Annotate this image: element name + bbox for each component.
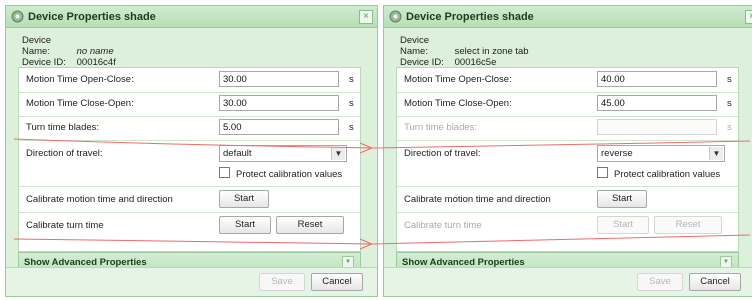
unit-label: s [727,122,732,133]
calibrate-turn-reset-button[interactable]: Reset [276,216,344,234]
dialog-footer: Save Cancel [6,267,377,296]
turn-time-label: Turn time blades: [26,122,100,133]
calibrate-motion-label: Calibrate motion time and direction [26,194,173,205]
turn-time-row: Turn time blades: s [19,116,360,141]
gear-icon [11,10,24,23]
protect-calibration-checkbox[interactable] [219,167,230,178]
motion-open-close-input[interactable] [219,71,339,87]
properties-panel: Motion Time Open-Close: s Motion Time Cl… [396,67,739,252]
calibrate-motion-row: Calibrate motion time and direction Star… [397,188,738,213]
turn-time-row: Turn time blades: s [397,116,738,141]
protect-calibration-checkbox[interactable] [597,167,608,178]
close-icon[interactable]: × [745,10,752,24]
gear-icon [389,10,402,23]
save-button[interactable]: Save [637,273,683,291]
device-properties-dialog-left: Device Properties shade × Device Name: n… [5,5,378,297]
device-properties-dialog-right: Device Properties shade × Device Name: s… [383,5,752,297]
motion-close-open-row: Motion Time Close-Open: s [19,92,360,117]
dialog-title: Device Properties shade [28,11,156,23]
motion-close-open-input[interactable] [597,95,717,111]
calibrate-turn-row: Calibrate turn time Start Reset [397,214,738,238]
protect-calibration-checkbox-row[interactable]: Protect calibration values [219,167,342,180]
motion-close-open-row: Motion Time Close-Open: s [397,92,738,117]
motion-open-close-row: Motion Time Open-Close: s [397,68,738,93]
calibrate-turn-start-button[interactable]: Start [219,216,271,234]
motion-close-open-label: Motion Time Close-Open: [404,98,512,109]
protect-calibration-label: Protect calibration values [614,169,721,180]
turn-time-label: Turn time blades: [404,122,478,133]
calibrate-motion-start-button[interactable]: Start [597,190,647,208]
calibrate-motion-label: Calibrate motion time and direction [404,194,551,205]
protect-row: Protect calibration values [19,162,360,187]
save-button[interactable]: Save [259,273,305,291]
dialog-titlebar: Device Properties shade × [6,6,377,28]
motion-close-open-input[interactable] [219,95,339,111]
close-icon[interactable]: × [359,10,373,24]
unit-label: s [349,74,354,85]
protect-calibration-label: Protect calibration values [236,169,343,180]
protect-calibration-checkbox-row[interactable]: Protect calibration values [597,167,720,180]
device-info: Device Name: select in zone tab Device I… [400,35,529,68]
device-name-label: Device Name: [400,35,430,57]
cancel-button[interactable]: Cancel [311,273,363,291]
calibrate-turn-row: Calibrate turn time Start Reset [19,214,360,238]
calibrate-turn-start-button: Start [597,216,649,234]
motion-open-close-input[interactable] [597,71,717,87]
protect-row: Protect calibration values [397,162,738,187]
device-name-value: no name [76,46,114,57]
chevron-down-icon[interactable]: ▼ [709,147,723,160]
dialog-titlebar: Device Properties shade × [384,6,752,28]
turn-time-input [597,119,717,135]
direction-selected-value: reverse [601,148,633,159]
direction-label: Direction of travel: [404,148,481,159]
direction-selected-value: default [223,148,252,159]
calibrate-motion-row: Calibrate motion time and direction Star… [19,188,360,213]
unit-label: s [727,98,732,109]
direction-select[interactable]: default ▼ [219,145,347,162]
motion-open-close-label: Motion Time Open-Close: [404,74,512,85]
motion-close-open-label: Motion Time Close-Open: [26,98,134,109]
unit-label: s [727,74,732,85]
dialog-title: Device Properties shade [406,11,534,23]
dialog-footer: Save Cancel [384,267,752,296]
turn-time-input[interactable] [219,119,339,135]
cancel-button[interactable]: Cancel [689,273,741,291]
direction-label: Direction of travel: [26,148,103,159]
device-info: Device Name: no name Device ID: 00016c4f [22,35,116,68]
motion-open-close-label: Motion Time Open-Close: [26,74,134,85]
chevron-down-icon[interactable]: ▼ [331,147,345,160]
calibrate-turn-label: Calibrate turn time [26,220,104,231]
direction-select[interactable]: reverse ▼ [597,145,725,162]
motion-open-close-row: Motion Time Open-Close: s [19,68,360,93]
calibrate-motion-start-button[interactable]: Start [219,190,269,208]
device-name-label: Device Name: [22,35,52,57]
properties-panel: Motion Time Open-Close: s Motion Time Cl… [18,67,361,252]
calibrate-turn-label: Calibrate turn time [404,220,482,231]
unit-label: s [349,122,354,133]
calibrate-turn-reset-button: Reset [654,216,722,234]
device-name-value: select in zone tab [454,46,529,57]
unit-label: s [349,98,354,109]
